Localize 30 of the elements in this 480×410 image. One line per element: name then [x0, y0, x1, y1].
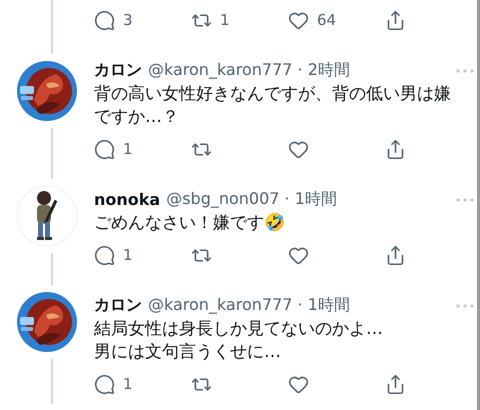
reply-icon	[94, 138, 115, 160]
like-icon	[288, 138, 309, 160]
like-icon	[288, 10, 309, 30]
handle-and-time: @karon_karon777 · 1時間	[148, 295, 350, 316]
share-icon	[385, 10, 406, 30]
avatar[interactable]	[16, 291, 78, 353]
like-icon	[288, 374, 309, 394]
avatar[interactable]	[16, 60, 78, 122]
reply-button[interactable]: 3	[94, 10, 191, 30]
display-name[interactable]: カロン	[94, 295, 142, 316]
display-name[interactable]: カロン	[94, 60, 142, 81]
share-icon	[385, 138, 406, 160]
handle-and-time: @karon_karon777 · 2時間	[148, 60, 350, 81]
like-button[interactable]: 64	[288, 10, 385, 30]
like-icon	[288, 244, 309, 266]
share-icon	[385, 244, 406, 266]
tweet-text: 結局女性は身長しか見てないのかよ… 男には文句言うくせに…	[94, 318, 384, 364]
tweet-text: 背の高い女性好きなんですが、背の低い男は嫌ですか…？	[94, 83, 452, 129]
reply-icon	[94, 10, 115, 30]
reply-icon	[94, 244, 115, 266]
retweet-button[interactable]: 1	[191, 10, 288, 30]
reply-icon	[94, 374, 115, 394]
reply-button[interactable]: 1	[94, 244, 191, 266]
reply-button[interactable]: 1	[94, 138, 191, 160]
reply-button[interactable]: 1	[94, 374, 191, 394]
avatar[interactable]	[16, 185, 78, 247]
display-name[interactable]: nonoka	[94, 190, 160, 209]
share-icon	[385, 374, 406, 394]
tweet-text: ごめんなさい！嫌です🤣	[94, 212, 286, 235]
handle-and-time: @sbg_non007 · 1時間	[166, 189, 337, 210]
